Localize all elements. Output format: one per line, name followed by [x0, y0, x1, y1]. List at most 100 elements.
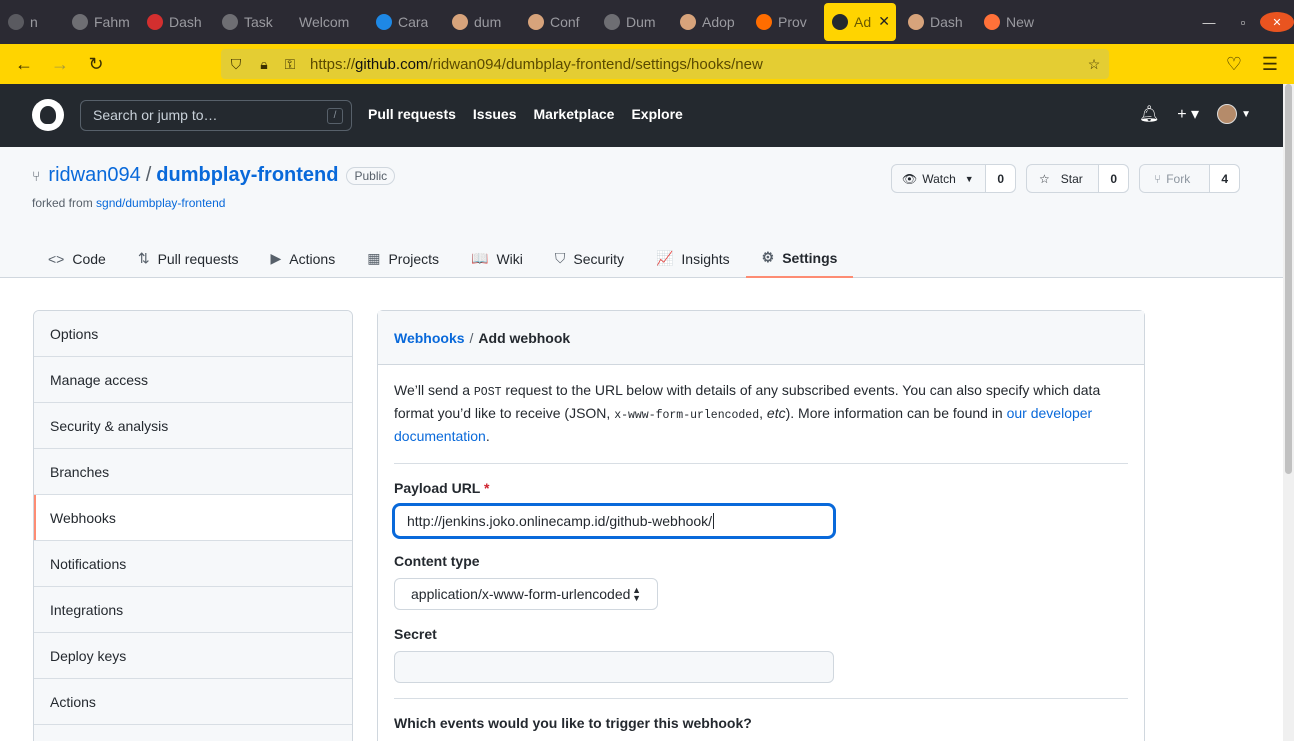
browser-tab-label: Dash — [169, 14, 202, 30]
tab-settings[interactable]: ⚙ Settings — [745, 239, 854, 278]
bell-icon[interactable]: 🔔︎ — [1139, 104, 1159, 124]
sidebar-item-label: Deploy keys — [50, 647, 127, 664]
fork-button[interactable]: ⑂ Fork 4 — [1139, 164, 1240, 193]
repo-title: ⑂ ridwan094 / dumbplay-frontend Public — [32, 164, 396, 187]
tab-label: Pull requests — [157, 250, 239, 267]
sidebar-item-environments[interactable]: Environments — [34, 725, 352, 741]
permissions-key-icon[interactable]: ⚿ — [281, 55, 299, 73]
tab-wiki[interactable]: 📖 Wiki — [455, 239, 539, 278]
sidebar-item-options[interactable]: Options — [34, 311, 352, 357]
sidebar-item-deploy-keys[interactable]: Deploy keys — [34, 633, 352, 679]
sidebar-item-integrations[interactable]: Integrations — [34, 587, 352, 633]
watch-button[interactable]: 👁︎ Watch ▼ 0 — [891, 164, 1016, 193]
browser-tab[interactable]: Adop — [672, 0, 746, 44]
browser-tab[interactable]: Dash — [139, 0, 213, 44]
create-new-button[interactable]: + ▾ — [1177, 104, 1199, 124]
lock-icon[interactable]: 🔒︎ — [255, 55, 273, 73]
user-menu-button[interactable]: ▼ — [1217, 104, 1251, 124]
sidebar-item-actions[interactable]: Actions — [34, 679, 352, 725]
address-bar[interactable]: ⛉ 🔒︎ ⚿ https://github.com/ridwan094/dumb… — [221, 49, 1109, 79]
bookmark-star-icon[interactable]: ☆ — [1085, 55, 1103, 73]
settings-sidebar: Options Manage access Security & analysis B… — [33, 310, 353, 741]
nav-marketplace[interactable]: Marketplace — [534, 106, 615, 122]
browser-tab[interactable]: Ad ✕ — [824, 3, 896, 41]
pocket-icon[interactable]: ♡ — [1222, 52, 1246, 76]
minimize-icon[interactable]: — — [1192, 15, 1226, 30]
sidebar-item-security-analysis[interactable]: Security & analysis — [34, 403, 352, 449]
payload-url-input[interactable]: http://jenkins.joko.onlinecamp.id/github… — [394, 505, 834, 537]
content-type-select[interactable]: application/x-www-form-urlencoded ▲ ▼ — [394, 578, 658, 610]
browser-tab[interactable]: Task — [214, 0, 288, 44]
add-webhook-panel: Webhooks / Add webhook We’ll send a POST… — [377, 310, 1145, 741]
browser-tab[interactable]: Conf — [520, 0, 594, 44]
repo-owner-link[interactable]: ridwan094 — [48, 164, 140, 187]
close-tab-icon[interactable]: ✕ — [878, 13, 890, 30]
browser-tab[interactable]: n — [0, 0, 74, 44]
sidebar-item-manage-access[interactable]: Manage access — [34, 357, 352, 403]
browser-tab[interactable]: Welcom — [291, 0, 365, 44]
sidebar-item-label: Security & analysis — [50, 417, 169, 434]
watch-count[interactable]: 0 — [986, 165, 1015, 192]
sidebar-item-label: Webhooks — [50, 509, 116, 526]
browser-tab[interactable]: Dash — [900, 0, 974, 44]
sidebar-item-label: Manage access — [50, 371, 149, 388]
menu-icon[interactable]: ☰ — [1258, 52, 1282, 76]
close-icon: ✕ — [1260, 12, 1294, 32]
browser-tab-label: Task — [244, 14, 273, 30]
browser-tab[interactable]: Cara — [368, 0, 442, 44]
search-input[interactable]: Search or jump to… / — [80, 100, 352, 131]
reload-button[interactable]: ↻ — [84, 52, 108, 76]
browser-tab-label: dum — [474, 14, 502, 30]
sidebar-item-notifications[interactable]: Notifications — [34, 541, 352, 587]
browser-tab[interactable]: New — [976, 0, 1050, 44]
browser-tab[interactable]: Prov — [748, 0, 822, 44]
browser-tab[interactable]: Fahm — [64, 0, 138, 44]
gear-icon: ⚙ — [761, 249, 775, 265]
fork-count[interactable]: 4 — [1210, 165, 1239, 192]
forked-from-link[interactable]: sgnd/dumbplay-frontend — [96, 196, 225, 210]
url-text: https://github.com/ridwan094/dumbplay-fr… — [310, 56, 763, 73]
tab-security[interactable]: ⛉ Security — [539, 239, 640, 278]
tab-code[interactable]: <> Code — [32, 239, 122, 278]
forward-button[interactable]: → — [48, 52, 72, 76]
star-button[interactable]: ☆ Star 0 — [1026, 164, 1129, 193]
browser-tab-label: Cara — [398, 14, 429, 30]
jenkins-icon — [528, 14, 544, 30]
content-type-label: Content type — [394, 553, 480, 569]
scrollbar-thumb[interactable] — [1285, 84, 1292, 474]
avatar — [1217, 104, 1238, 124]
browser-tab-label: Conf — [550, 14, 580, 30]
browser-tab[interactable]: dum — [444, 0, 518, 44]
sidebar-item-branches[interactable]: Branches — [34, 449, 352, 495]
play-icon: ▶ — [270, 250, 282, 266]
nav-issues[interactable]: Issues — [473, 106, 517, 122]
nav-pull-requests[interactable]: Pull requests — [368, 106, 456, 122]
star-count[interactable]: 0 — [1099, 165, 1128, 192]
tab-actions[interactable]: ▶ Actions — [255, 239, 352, 278]
back-button[interactable]: ← — [12, 52, 36, 76]
secret-input[interactable] — [394, 651, 834, 683]
tab-label: Projects — [388, 250, 440, 267]
repo-name-link[interactable]: dumbplay-frontend — [156, 164, 338, 187]
browser-tab-label: New — [1006, 14, 1035, 30]
book-icon: 📖 — [471, 250, 489, 266]
tab-label: Security — [573, 250, 624, 267]
visibility-badge: Public — [346, 166, 396, 185]
github-logo-icon[interactable] — [32, 99, 64, 131]
breadcrumb-webhooks-link[interactable]: Webhooks — [394, 330, 465, 346]
close-window-button[interactable]: ✕ — [1260, 12, 1294, 32]
tab-insights[interactable]: 📈 Insights — [640, 239, 746, 278]
tracking-protection-icon[interactable]: ⛉ — [227, 55, 245, 73]
tab-label: Wiki — [496, 250, 523, 267]
page-scrollbar[interactable] — [1283, 84, 1294, 741]
sidebar-item-webhooks[interactable]: Webhooks — [34, 495, 352, 541]
github-icon — [604, 14, 620, 30]
jenkins-icon — [452, 14, 468, 30]
browser-tab[interactable]: Dum — [596, 0, 670, 44]
sidebar-item-label: Options — [50, 325, 99, 342]
text-cursor — [713, 513, 715, 529]
maximize-icon[interactable]: ▫ — [1226, 15, 1260, 30]
tab-pull-requests[interactable]: ⇅ Pull requests — [122, 239, 255, 278]
nav-explore[interactable]: Explore — [631, 106, 682, 122]
tab-projects[interactable]: ▦ Projects — [351, 239, 455, 278]
